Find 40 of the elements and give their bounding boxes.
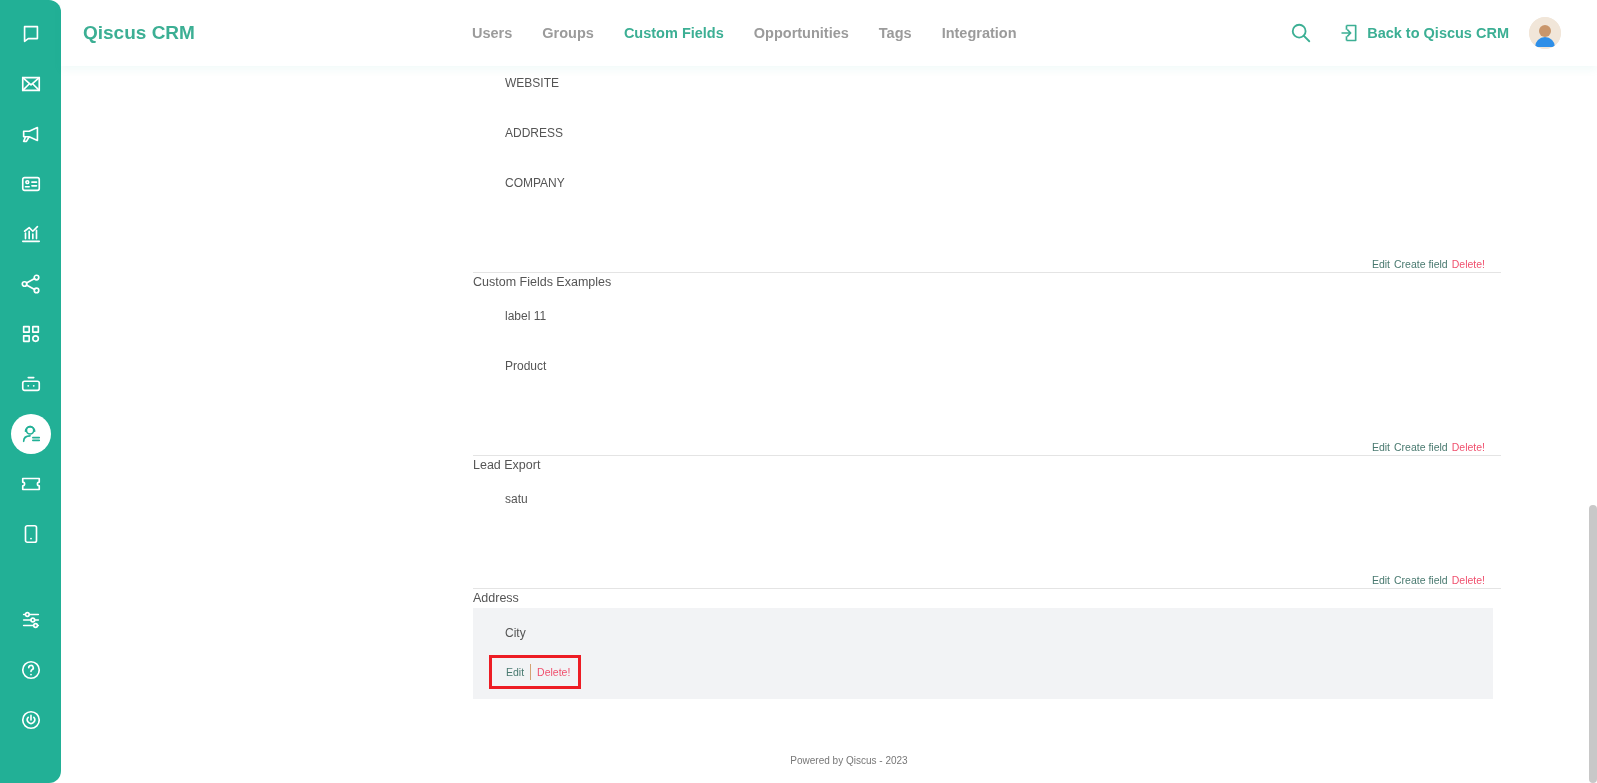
field-name: Product <box>504 358 548 375</box>
field-name: COMPANY <box>504 175 566 192</box>
nav-tab[interactable]: Integration <box>941 25 1017 41</box>
nav-tab[interactable]: Opportunities <box>753 25 849 41</box>
group-title: Custom Fields Examples <box>473 274 613 291</box>
create-field-link[interactable]: Create field <box>1394 439 1448 455</box>
edit-link[interactable]: Edit <box>506 666 525 678</box>
back-link[interactable]: Back to Qiscus CRM <box>1339 23 1509 43</box>
nav-tab[interactable]: Groups <box>542 25 594 41</box>
delete-link[interactable]: Delete! <box>1451 439 1485 455</box>
create-field-link[interactable]: Create field <box>1394 572 1448 588</box>
nav-tab[interactable]: Custom Fields <box>623 25 724 41</box>
field-name: satu <box>504 491 529 508</box>
nav-tab[interactable]: Tags <box>878 25 912 41</box>
app-title: Qiscus CRM <box>83 22 196 44</box>
sign-in-icon <box>1339 23 1360 43</box>
scrollbar[interactable] <box>1589 505 1597 783</box>
group-title: Lead Export <box>473 457 542 474</box>
create-field-link[interactable]: Create field <box>1394 256 1448 272</box>
share-nodes-icon <box>19 273 42 295</box>
delete-link[interactable]: Delete! <box>537 666 571 678</box>
help-icon <box>19 659 42 681</box>
bar-chart-icon <box>19 223 42 245</box>
field-name: WEBSITE <box>504 75 560 92</box>
power-icon <box>19 709 42 731</box>
edit-link[interactable]: Edit <box>1371 256 1390 272</box>
group-title: Address <box>473 590 520 607</box>
avatar[interactable] <box>1529 17 1561 49</box>
selected-field-panel[interactable]: City Edit Delete! <box>473 608 1493 699</box>
delete-link[interactable]: Delete! <box>1451 256 1485 272</box>
field-name: City <box>505 625 527 642</box>
field-name: ADDRESS <box>504 125 564 142</box>
footer-text: Powered by Qiscus - 2023 <box>790 755 908 766</box>
search-icon[interactable] <box>1290 22 1313 44</box>
nav-tab[interactable]: Users <box>472 25 513 41</box>
delete-link[interactable]: Delete! <box>1451 572 1485 588</box>
sidebar-button[interactable] <box>10 414 51 454</box>
field-name: label 11 <box>504 308 548 325</box>
edit-link[interactable]: Edit <box>1371 572 1390 588</box>
edit-link[interactable]: Edit <box>1371 439 1390 455</box>
